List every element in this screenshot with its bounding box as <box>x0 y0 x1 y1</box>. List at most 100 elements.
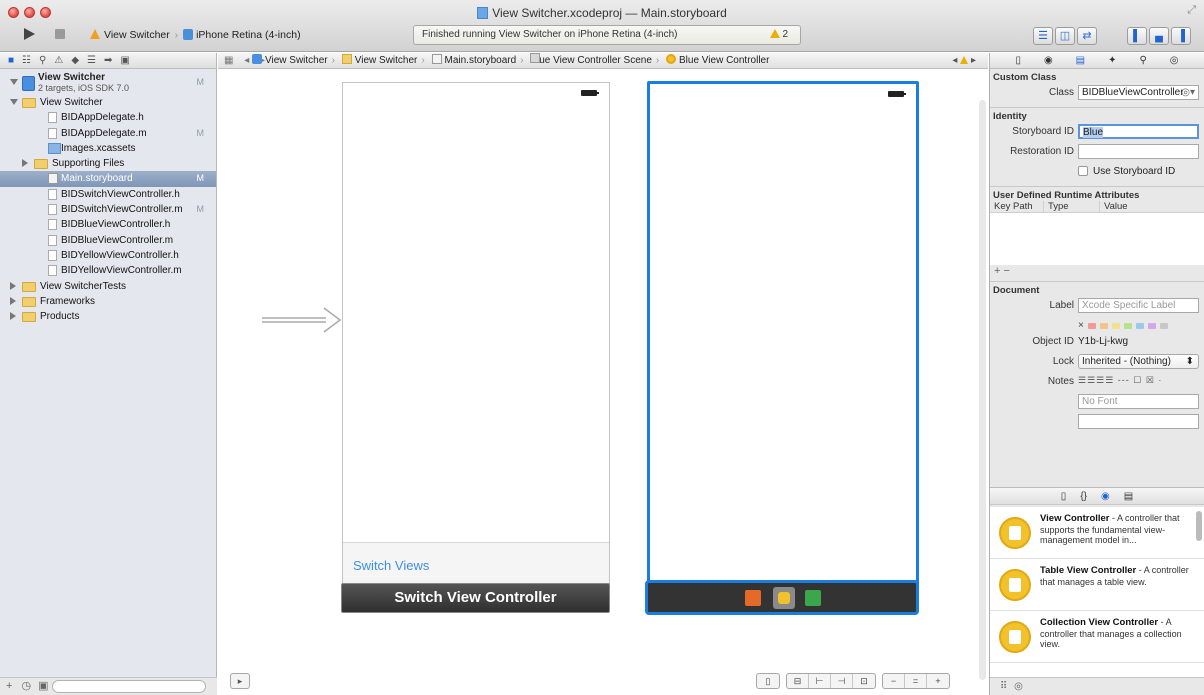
switch-views-bar-button[interactable]: Switch Views <box>353 558 429 573</box>
blue-view-controller-dock[interactable] <box>645 580 919 615</box>
pin-button[interactable]: ⊢ <box>809 674 831 688</box>
class-combobox[interactable]: BIDBlueViewController ◎▾ <box>1078 85 1199 100</box>
breakpoint-navigator-tab-icon[interactable]: ➡ <box>104 55 112 66</box>
disclosure-triangle-icon[interactable] <box>10 296 16 305</box>
file-tree-row[interactable]: BIDBlueViewController.h <box>0 217 216 232</box>
size-inspector-tab-icon[interactable]: ⚲ <box>1139 53 1146 68</box>
switch-view-controller-scene[interactable]: Switch Views <box>342 82 610 587</box>
find-navigator-tab-icon[interactable]: ⚲ <box>39 55 46 66</box>
zoom-out-button[interactable]: − <box>883 674 905 688</box>
align-button[interactable]: ⊟ <box>787 674 809 688</box>
storyboard-id-field[interactable]: Blue <box>1078 124 1199 139</box>
disclosure-triangle-icon[interactable] <box>10 99 18 105</box>
switch-view-controller-dock[interactable]: Switch View Controller <box>341 583 610 613</box>
recent-files-icon[interactable]: ◷ <box>22 680 32 692</box>
toggle-utilities-button[interactable]: ▐ <box>1171 27 1191 45</box>
exit-icon[interactable] <box>805 590 821 606</box>
quick-help-tab-icon[interactable]: ◉ <box>1044 53 1053 68</box>
breadcrumb-scene[interactable]: Blue View Controller Scene <box>530 53 652 66</box>
toggle-debug-area-button[interactable]: ▄ <box>1149 27 1169 45</box>
warnings-indicator[interactable]: 2 <box>770 26 788 44</box>
notes-text-field[interactable] <box>1078 414 1199 429</box>
file-tree-row[interactable]: BIDAppDelegate.m M <box>0 126 216 141</box>
fullscreen-icon[interactable]: ⤢ <box>1187 4 1196 17</box>
label-color-swatches[interactable]: × <box>1078 320 1168 331</box>
zoom-in-button[interactable]: + <box>927 674 949 688</box>
disclosure-triangle-icon[interactable] <box>22 159 28 168</box>
file-tree-row[interactable]: Products <box>0 309 216 324</box>
restoration-id-field[interactable] <box>1078 144 1199 159</box>
library-filter-icon[interactable]: ◎ <box>1014 681 1023 692</box>
size-toggle-button[interactable]: ▯ <box>757 674 779 688</box>
purple-swatch[interactable] <box>1147 322 1156 329</box>
scheme-selector[interactable]: View Switcher › iPhone Retina (4-inch) <box>90 26 301 44</box>
add-file-icon[interactable]: + <box>6 680 12 692</box>
file-tree-row[interactable]: BIDSwitchViewController.m M <box>0 202 216 217</box>
runtime-attributes-table[interactable] <box>990 213 1204 265</box>
media-library-tab-icon[interactable]: ▤ <box>1124 488 1133 504</box>
library-view-toggle-icon[interactable]: ⠿ <box>1000 681 1007 692</box>
file-tree-row[interactable]: View SwitcherTests <box>0 279 216 294</box>
red-swatch[interactable] <box>1087 322 1096 329</box>
file-tree-row[interactable]: BIDBlueViewController.m <box>0 233 216 248</box>
storyboard-canvas[interactable]: Switch Views Switch View Controller ▸ ▯ … <box>218 70 988 695</box>
canvas-scrollbar[interactable] <box>979 100 986 680</box>
library-item[interactable]: Table View Controller - A controller tha… <box>990 559 1204 611</box>
attributes-inspector-tab-icon[interactable]: ✦ <box>1108 53 1116 68</box>
file-template-library-tab-icon[interactable]: ▯ <box>1061 488 1067 504</box>
run-button[interactable] <box>24 28 35 40</box>
file-tree-row[interactable]: View Switcher <box>0 95 216 110</box>
library-item[interactable]: Collection View Controller - A controlle… <box>990 611 1204 663</box>
object-library-list[interactable]: View Controller - A controller that supp… <box>990 507 1204 677</box>
add-attribute-icon[interactable]: + <box>994 265 1000 277</box>
file-tree-row[interactable]: BIDAppDelegate.h <box>0 110 216 125</box>
file-tree-row[interactable]: BIDYellowViewController.h <box>0 248 216 263</box>
issue-navigator-tab-icon[interactable]: ⚠ <box>54 55 63 66</box>
project-root-row[interactable]: View Switcher 2 targets, iOS SDK 7.0 M <box>0 71 216 95</box>
log-navigator-tab-icon[interactable]: ▣ <box>120 55 129 66</box>
standard-editor-button[interactable]: ☰ <box>1033 27 1053 45</box>
test-navigator-tab-icon[interactable]: ◆ <box>71 55 79 66</box>
assistant-editor-button[interactable]: ◫ <box>1055 27 1075 45</box>
file-inspector-tab-icon[interactable]: ▯ <box>1015 53 1021 68</box>
breadcrumb-view-controller[interactable]: Blue View Controller <box>666 54 769 66</box>
file-tree-row[interactable]: BIDYellowViewController.m <box>0 263 216 278</box>
file-tree-row[interactable]: Main.storyboard M <box>0 171 216 187</box>
disclosure-triangle-icon[interactable] <box>10 312 16 321</box>
breadcrumb-project[interactable]: View Switcher <box>252 54 328 66</box>
navigator-filter-input[interactable] <box>52 680 206 693</box>
file-tree-row[interactable]: Supporting Files <box>0 156 216 171</box>
version-editor-button[interactable]: ⇄ <box>1077 27 1097 45</box>
lock-popup[interactable]: Inherited - (Nothing) ⬍ <box>1078 354 1199 369</box>
file-tree-row[interactable]: BIDSwitchViewController.h <box>0 187 216 202</box>
notes-font-field[interactable]: No Font <box>1078 394 1199 409</box>
disclosure-triangle-icon[interactable] <box>10 281 16 290</box>
identity-inspector-tab-icon[interactable]: ▤ <box>1076 53 1085 68</box>
green-swatch[interactable] <box>1123 322 1132 329</box>
library-item[interactable]: View Controller - A controller that supp… <box>990 507 1204 559</box>
blue-swatch[interactable] <box>1135 322 1144 329</box>
breadcrumb-group[interactable]: View Switcher <box>341 54 417 66</box>
object-library-tab-icon[interactable]: ◉ <box>1101 488 1110 504</box>
document-outline-toggle-button[interactable]: ▸ <box>230 673 250 689</box>
disclosure-triangle-icon[interactable] <box>10 79 18 85</box>
yellow-swatch[interactable] <box>1111 322 1120 329</box>
file-tree-row[interactable]: Images.xcassets <box>0 141 216 156</box>
remove-attribute-icon[interactable]: − <box>1004 265 1010 277</box>
connections-inspector-tab-icon[interactable]: ◎ <box>1170 53 1179 68</box>
orange-swatch[interactable] <box>1099 322 1108 329</box>
file-tree-row[interactable]: Frameworks <box>0 294 216 309</box>
resizing-behavior-button[interactable]: ⊡ <box>853 674 875 688</box>
first-responder-icon[interactable] <box>745 590 761 606</box>
zoom-actual-button[interactable]: = <box>905 674 927 688</box>
scene-toolbar[interactable]: Switch Views <box>343 542 609 586</box>
resolve-issues-button[interactable]: ⊣ <box>831 674 853 688</box>
clear-color-icon[interactable]: × <box>1078 320 1084 331</box>
scm-filter-icon[interactable]: ▣ <box>38 680 48 692</box>
toggle-navigator-button[interactable]: ▌ <box>1127 27 1147 45</box>
combobox-arrow-icon[interactable]: ◎▾ <box>1181 86 1195 99</box>
issue-navigation-controls[interactable]: ◂ ▸ <box>952 53 976 68</box>
xcode-label-field[interactable]: Xcode Specific Label <box>1078 298 1199 313</box>
gray-swatch[interactable] <box>1159 322 1168 329</box>
view-controller-icon[interactable] <box>773 587 795 609</box>
